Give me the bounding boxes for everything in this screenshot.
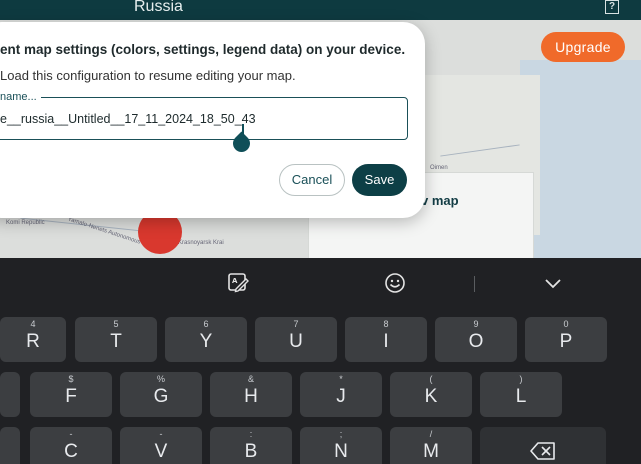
key-label: O [468,331,484,352]
key-label: R [26,331,40,352]
key-label: P [559,331,573,352]
key-backspace[interactable] [480,427,606,464]
key-hint: & [247,374,254,384]
key-u[interactable]: 7 U [255,317,337,362]
handwriting-icon[interactable]: A [227,272,249,294]
key-hint: / [429,429,433,439]
key-label: H [244,386,258,407]
key-j[interactable]: * J [300,372,382,417]
key-f[interactable]: $ F [30,372,112,417]
key-l[interactable]: ) L [480,372,562,417]
key-label: C [64,441,78,462]
key-k[interactable]: ( K [390,372,472,417]
key-label: U [289,331,303,352]
key-hint: ; [339,429,343,439]
emoji-icon[interactable] [384,272,406,294]
map-region-label: Komi Republic [6,220,45,226]
key-x-partial[interactable] [0,427,20,464]
key-g[interactable]: % G [120,372,202,417]
key-label: B [244,441,258,462]
app-top-bar: Russia ? [0,0,641,20]
key-hint: 0 [563,319,569,329]
key-label: K [424,386,438,407]
dialog-title: ent map settings (colors, settings, lege… [0,42,406,57]
key-label: F [65,386,77,407]
key-hint: 4 [30,319,36,329]
key-label: N [334,441,348,462]
save-button[interactable]: Save [352,164,407,196]
key-b[interactable]: : B [210,427,292,464]
key-label: L [515,386,527,407]
key-hint: 5 [113,319,119,329]
key-r[interactable]: 4 R [0,317,66,362]
key-h[interactable]: & H [210,372,292,417]
key-hint: ( [429,374,433,384]
key-n[interactable]: ; N [300,427,382,464]
key-d-partial[interactable] [0,372,20,417]
filename-field-value[interactable]: e__russia__Untitled__17_11_2024_18_50_43 [0,112,256,126]
key-hint: 8 [383,319,389,329]
map-region-label: Yamalo-Nenets Autonomous [66,216,142,246]
key-i[interactable]: 8 I [345,317,427,362]
key-label: T [110,331,122,352]
svg-text:A: A [232,277,238,285]
cancel-button[interactable]: Cancel [279,164,345,196]
key-hint: 9 [473,319,479,329]
save-configuration-dialog: ent map settings (colors, settings, lege… [0,22,425,218]
key-hint: - [69,429,73,439]
on-screen-keyboard: A 4 R 5 T 6 Y 7 U 8 I 9 O 0 P $ F % G & … [0,258,641,464]
key-hint: : [249,429,253,439]
key-label: V [154,441,168,462]
map-region-label: Krasnoyarsk Krai [178,240,224,246]
help-icon[interactable]: ? [605,0,619,14]
key-hint: $ [68,374,74,384]
toolbar-divider [474,276,475,292]
key-y[interactable]: 6 Y [165,317,247,362]
key-label: G [153,386,169,407]
filename-field-label: name... [0,91,41,103]
key-p[interactable]: 0 P [525,317,607,362]
key-t[interactable]: 5 T [75,317,157,362]
key-hint: 6 [203,319,209,329]
key-hint: - [159,429,163,439]
dialog-description: Load this configuration to resume editin… [0,68,296,83]
backspace-icon [530,442,555,460]
key-label: Y [199,331,213,352]
key-label: M [423,441,439,462]
chevron-down-icon[interactable] [542,272,564,294]
map-region-label: Oimen [430,165,448,171]
key-hint: ) [519,374,523,384]
key-hint: * [339,374,343,384]
key-label: I [383,331,389,352]
key-hint: 7 [293,319,299,329]
app-title: Russia [134,0,183,15]
key-label: J [336,386,346,407]
key-hint: % [156,374,165,384]
upgrade-button[interactable]: Upgrade [541,32,625,62]
key-c[interactable]: - C [30,427,112,464]
view-map-label: v map [421,193,459,208]
keyboard-toolbar: A [0,258,641,308]
key-v[interactable]: - V [120,427,202,464]
key-o[interactable]: 9 O [435,317,517,362]
key-m[interactable]: / M [390,427,472,464]
